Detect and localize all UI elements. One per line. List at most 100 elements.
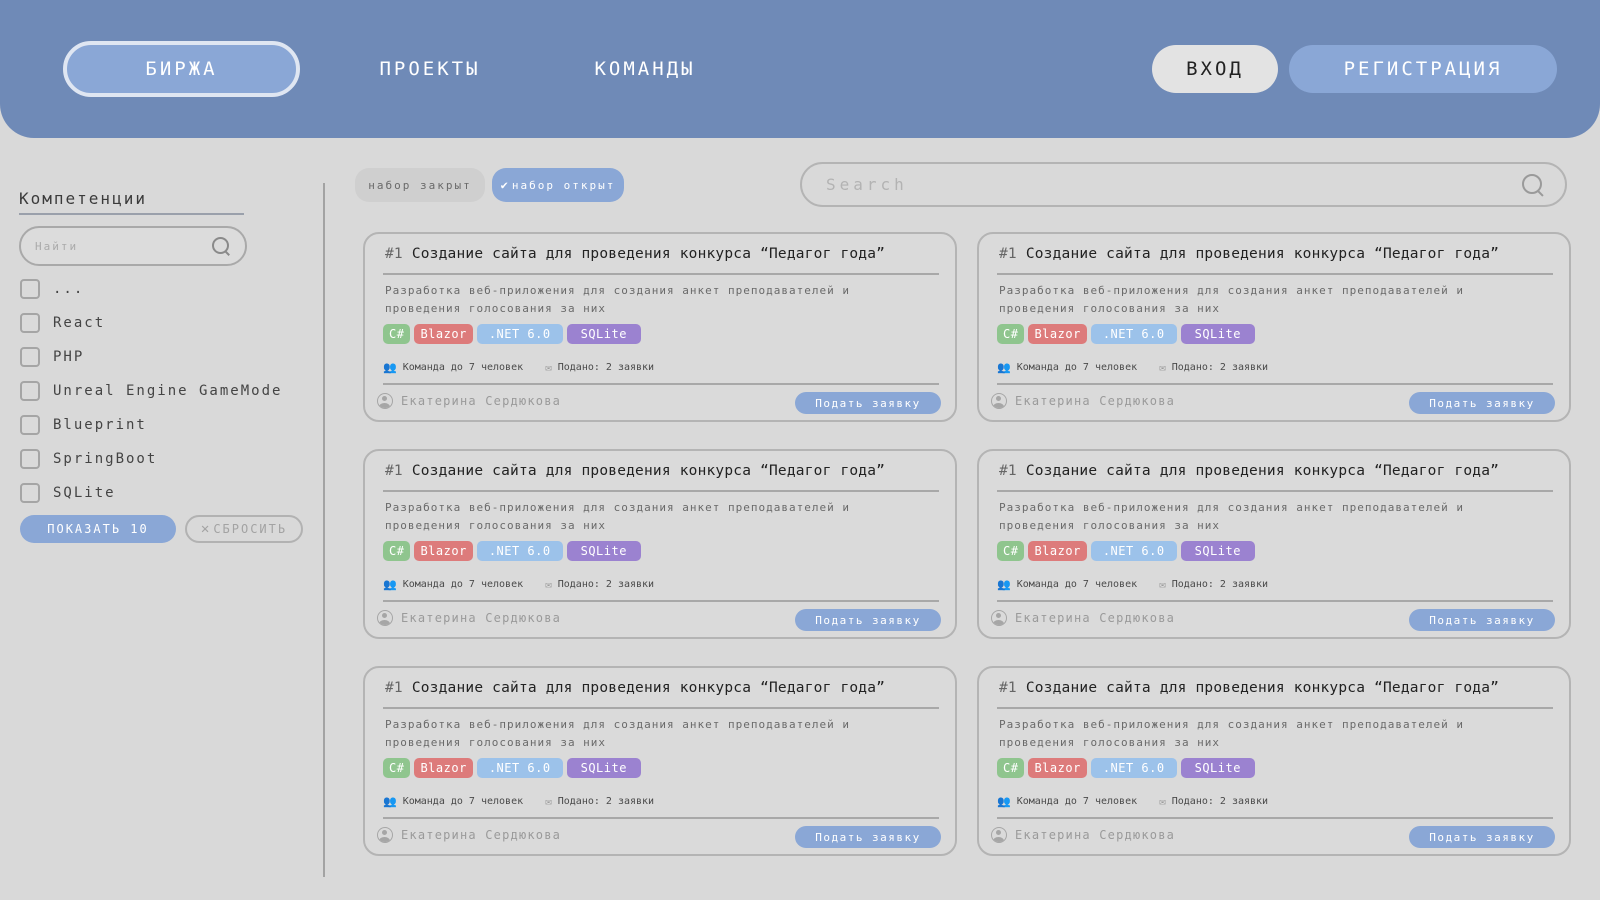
- competency-item[interactable]: Blueprint: [20, 408, 282, 442]
- project-number: #1: [385, 246, 403, 262]
- competency-checkbox[interactable]: [20, 279, 40, 299]
- divider: [383, 600, 939, 602]
- apply-button[interactable]: Подать заявку: [795, 826, 941, 848]
- filter-open-toggle[interactable]: ✔ набор открыт: [492, 168, 624, 202]
- project-description: Разработка веб-приложения для создания а…: [385, 718, 850, 749]
- competency-checkbox[interactable]: [20, 449, 40, 469]
- sidebar-divider: [323, 183, 325, 877]
- competency-label: React: [53, 315, 106, 331]
- divider: [997, 600, 1553, 602]
- competency-item[interactable]: ...: [20, 272, 282, 306]
- project-title: #1 Создание сайта для проведения конкурс…: [999, 246, 1499, 262]
- project-description: Разработка веб-приложения для создания а…: [385, 284, 850, 315]
- project-description: Разработка веб-приложения для создания а…: [385, 501, 850, 532]
- show-results-button[interactable]: ПОКАЗАТЬ 10: [20, 515, 176, 543]
- divider: [997, 817, 1553, 819]
- project-author: Екатерина Сердюкова: [377, 393, 561, 409]
- divider: [383, 817, 939, 819]
- nav-proekty-link[interactable]: ПРОЕКТЫ: [360, 48, 500, 90]
- project-card[interactable]: #1 Создание сайта для проведения конкурс…: [977, 449, 1571, 639]
- author-name: Екатерина Сердюкова: [401, 611, 562, 625]
- project-number: #1: [999, 463, 1017, 479]
- competency-checkbox[interactable]: [20, 415, 40, 435]
- competencies-search-input[interactable]: [35, 239, 211, 253]
- project-number: #1: [385, 680, 403, 696]
- filter-open-label: набор открыт: [511, 178, 616, 192]
- user-icon: [377, 393, 393, 409]
- mail-icon: ✉: [545, 578, 552, 591]
- tag-blazor: Blazor: [414, 324, 473, 344]
- tech-tags: C# Blazor .NET 6.0 SQLite: [997, 758, 1255, 778]
- team-icon: 👥: [997, 795, 1011, 808]
- apply-button[interactable]: Подать заявку: [1409, 609, 1555, 631]
- tag-blazor: Blazor: [414, 758, 473, 778]
- team-size: Команда до 7 человек: [1016, 796, 1138, 807]
- project-title-text: Создание сайта для проведения конкурса “…: [1025, 463, 1500, 479]
- divider: [997, 707, 1553, 709]
- team-icon: 👥: [997, 361, 1011, 374]
- project-author: Екатерина Сердюкова: [991, 610, 1175, 626]
- apply-button[interactable]: Подать заявку: [795, 392, 941, 414]
- competency-checkbox[interactable]: [20, 381, 40, 401]
- team-size: Команда до 7 человек: [1016, 579, 1138, 590]
- user-icon: [991, 610, 1007, 626]
- nav-komandy-link[interactable]: КОМАНДЫ: [575, 48, 715, 90]
- divider: [383, 383, 939, 385]
- project-author: Екатерина Сердюкова: [991, 827, 1175, 843]
- competencies-sidebar: Компетенции ... React PHP Unreal Engine …: [0, 138, 330, 900]
- tag-blazor: Blazor: [414, 541, 473, 561]
- project-card[interactable]: #1 Создание сайта для проведения конкурс…: [977, 232, 1571, 422]
- competency-label: Unreal Engine GameMode: [53, 383, 283, 399]
- competency-item[interactable]: React: [20, 306, 282, 340]
- nav-birzha-button[interactable]: БИРЖА: [63, 41, 300, 97]
- competency-label: SQLite: [53, 485, 116, 501]
- divider: [383, 707, 939, 709]
- project-card[interactable]: #1 Создание сайта для проведения конкурс…: [977, 666, 1571, 856]
- tag-sqlite: SQLite: [566, 541, 641, 561]
- apply-button[interactable]: Подать заявку: [1409, 392, 1555, 414]
- tag-blazor: Blazor: [1028, 758, 1087, 778]
- apply-button[interactable]: Подать заявку: [1409, 826, 1555, 848]
- project-card[interactable]: #1 Создание сайта для проведения конкурс…: [363, 666, 957, 856]
- team-icon: 👥: [383, 361, 397, 374]
- competency-item[interactable]: SQLite: [20, 476, 282, 510]
- author-name: Екатерина Сердюкова: [401, 828, 562, 842]
- competency-checkbox[interactable]: [20, 313, 40, 333]
- author-name: Екатерина Сердюкова: [1015, 828, 1176, 842]
- project-title-text: Создание сайта для проведения конкурса “…: [1025, 680, 1500, 696]
- tag-sqlite: SQLite: [566, 758, 641, 778]
- project-author: Екатерина Сердюкова: [377, 827, 561, 843]
- tag-blazor: Blazor: [1028, 324, 1087, 344]
- project-card[interactable]: #1 Создание сайта для проведения конкурс…: [363, 449, 957, 639]
- tag-dotnet: .NET 6.0: [1090, 541, 1177, 561]
- competency-item[interactable]: SpringBoot: [20, 442, 282, 476]
- user-icon: [991, 827, 1007, 843]
- apply-button[interactable]: Подать заявку: [795, 609, 941, 631]
- project-title-text: Создание сайта для проведения конкурса “…: [411, 680, 886, 696]
- competency-checkbox[interactable]: [20, 483, 40, 503]
- competency-checkbox[interactable]: [20, 347, 40, 367]
- tag-csharp: C#: [383, 324, 411, 344]
- search-icon[interactable]: [1521, 173, 1545, 197]
- search-icon[interactable]: [211, 236, 231, 256]
- project-card[interactable]: #1 Создание сайта для проведения конкурс…: [363, 232, 957, 422]
- register-button[interactable]: РЕГИСТРАЦИЯ: [1289, 45, 1557, 93]
- project-title-text: Создание сайта для проведения конкурса “…: [411, 246, 886, 262]
- reset-filters-button[interactable]: ✕ СБРОСИТЬ: [185, 515, 303, 543]
- title-underline: [19, 213, 244, 215]
- user-icon: [377, 610, 393, 626]
- login-button[interactable]: ВХОД: [1152, 45, 1278, 93]
- divider: [997, 490, 1553, 492]
- project-number: #1: [385, 463, 403, 479]
- competency-item[interactable]: Unreal Engine GameMode: [20, 374, 282, 408]
- tech-tags: C# Blazor .NET 6.0 SQLite: [383, 758, 641, 778]
- tag-dotnet: .NET 6.0: [476, 758, 563, 778]
- tech-tags: C# Blazor .NET 6.0 SQLite: [383, 541, 641, 561]
- main-search-input[interactable]: [826, 175, 1521, 194]
- team-size: Команда до 7 человек: [1016, 362, 1138, 373]
- reset-label: СБРОСИТЬ: [213, 522, 288, 536]
- filter-closed-toggle[interactable]: набор закрыт: [355, 168, 485, 202]
- competency-item[interactable]: PHP: [20, 340, 282, 374]
- applications-count: Подано: 2 заявки: [557, 579, 655, 590]
- tech-tags: C# Blazor .NET 6.0 SQLite: [997, 541, 1255, 561]
